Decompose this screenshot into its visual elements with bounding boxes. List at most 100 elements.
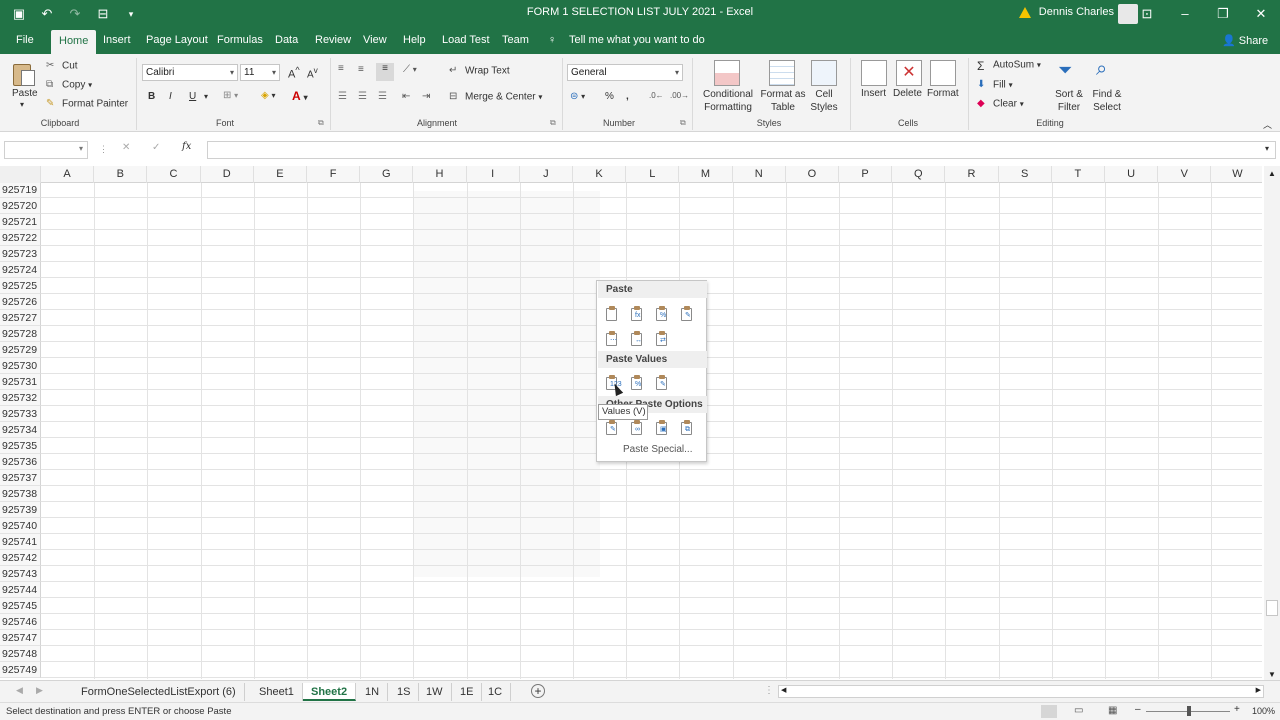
close-icon[interactable]: ✕: [1242, 0, 1280, 28]
row-header[interactable]: 925728: [0, 326, 41, 342]
column-header[interactable]: M: [679, 166, 733, 183]
copy-button[interactable]: ⧉ Copy ▾: [46, 79, 92, 91]
underline-dropdown-icon[interactable]: ▾: [204, 92, 208, 101]
share-button[interactable]: 👤 Share: [1222, 34, 1268, 47]
collapse-ribbon-icon[interactable]: ︿: [1263, 118, 1272, 131]
paste-option-transpose-icon[interactable]: ⇄: [655, 331, 669, 346]
vertical-scrollbar[interactable]: ▲ ▼: [1264, 166, 1280, 682]
tab-team[interactable]: Team: [502, 34, 529, 46]
page-layout-view-icon[interactable]: ▭: [1074, 705, 1083, 716]
row-header[interactable]: 925721: [0, 214, 41, 230]
paste-option-values-number-format-icon[interactable]: %: [630, 375, 644, 390]
row-header[interactable]: 925737: [0, 470, 41, 486]
format-cells-button[interactable]: Format: [927, 88, 959, 99]
sheet-tab[interactable]: 1C: [480, 683, 512, 701]
row-header[interactable]: 925741: [0, 534, 41, 550]
tab-view[interactable]: View: [363, 34, 387, 46]
column-header[interactable]: S: [999, 166, 1052, 183]
page-break-view-icon[interactable]: ▦: [1108, 705, 1117, 716]
column-header[interactable]: I: [467, 166, 520, 183]
name-box[interactable]: [4, 141, 88, 159]
clear-button[interactable]: ◆ Clear ▾: [977, 98, 1024, 110]
sheet-tab[interactable]: 1W: [418, 683, 452, 701]
paste-option-formatting-icon[interactable]: ✎: [605, 420, 619, 435]
paste-option-values-source-formatting-icon[interactable]: ✎: [655, 375, 669, 390]
tab-insert[interactable]: Insert: [103, 34, 131, 46]
column-header[interactable]: T: [1052, 166, 1105, 183]
row-header[interactable]: 925743: [0, 566, 41, 582]
scroll-left-icon[interactable]: ◀: [781, 686, 786, 694]
paste-option-keep-column-widths-icon[interactable]: ↔: [630, 331, 644, 346]
sheet-tab[interactable]: 1E: [452, 683, 483, 701]
increase-decimal-icon[interactable]: .0←: [649, 91, 664, 100]
comma-icon[interactable]: ,: [626, 91, 629, 102]
column-header[interactable]: R: [945, 166, 999, 183]
column-header[interactable]: C: [147, 166, 201, 183]
row-header[interactable]: 925746: [0, 614, 41, 630]
row-header[interactable]: 925744: [0, 582, 41, 598]
autosum-button[interactable]: Σ AutoSum ▾: [977, 59, 1041, 73]
sheet-tab-active[interactable]: Sheet2: [303, 683, 357, 701]
row-header[interactable]: 925723: [0, 246, 41, 262]
tab-data[interactable]: Data: [275, 34, 298, 46]
column-header[interactable]: G: [360, 166, 414, 183]
row-header[interactable]: 925719: [0, 183, 41, 198]
row-header[interactable]: 925740: [0, 518, 41, 534]
paste-option-no-borders-icon[interactable]: ⋯: [605, 331, 619, 346]
row-header[interactable]: 925745: [0, 598, 41, 614]
row-header[interactable]: 925735: [0, 438, 41, 454]
row-header[interactable]: 925730: [0, 358, 41, 374]
cancel-icon[interactable]: ✕: [122, 142, 130, 153]
paste-button[interactable]: Paste: [12, 88, 38, 99]
insert-function-icon[interactable]: fx: [182, 141, 191, 152]
tab-formulas[interactable]: Formulas: [217, 34, 263, 46]
increase-font-icon[interactable]: A^: [288, 65, 300, 81]
column-header[interactable]: V: [1158, 166, 1212, 183]
row-header[interactable]: 925725: [0, 278, 41, 294]
cell-styles-button[interactable]: Cell Styles: [806, 88, 842, 114]
next-sheet-icon[interactable]: ▶: [36, 685, 43, 696]
scroll-up-icon[interactable]: ▲: [1268, 169, 1276, 178]
column-header[interactable]: D: [201, 166, 254, 183]
zoom-out-icon[interactable]: –: [1135, 704, 1141, 715]
ribbon-display-options-icon[interactable]: ⊡: [1128, 0, 1166, 28]
zoom-level[interactable]: 100%: [1252, 706, 1275, 716]
underline-button[interactable]: U: [189, 91, 196, 102]
fill-button[interactable]: ⬇ Fill ▾: [977, 79, 1013, 91]
row-header[interactable]: 925736: [0, 454, 41, 470]
prev-sheet-icon[interactable]: ◀: [16, 685, 23, 696]
column-header[interactable]: L: [626, 166, 680, 183]
paste-option-link-icon[interactable]: ∞: [630, 420, 644, 435]
row-header[interactable]: 925729: [0, 342, 41, 358]
restore-icon[interactable]: ❐: [1204, 0, 1242, 28]
format-as-table-button[interactable]: Format as Table: [758, 88, 808, 114]
decrease-font-icon[interactable]: Av: [307, 65, 318, 80]
paste-option-formulas-number-format-icon[interactable]: %: [655, 306, 669, 321]
column-header[interactable]: W: [1211, 166, 1265, 183]
increase-indent-icon[interactable]: ⇥: [422, 91, 430, 102]
column-header[interactable]: J: [520, 166, 573, 183]
tab-page-layout[interactable]: Page Layout: [146, 34, 208, 46]
tell-me-search[interactable]: Tell me what you want to do: [569, 34, 705, 46]
formula-input[interactable]: [207, 141, 1276, 159]
sheet-tab[interactable]: 1N: [357, 683, 389, 701]
column-header[interactable]: F: [307, 166, 361, 183]
row-header[interactable]: 925738: [0, 486, 41, 502]
column-header[interactable]: H: [413, 166, 467, 183]
row-header[interactable]: 925739: [0, 502, 41, 518]
italic-button[interactable]: I: [169, 91, 172, 102]
vertical-scroll-thumb[interactable]: [1266, 600, 1278, 616]
scroll-down-icon[interactable]: ▼: [1268, 670, 1276, 679]
tab-load-test[interactable]: Load Test: [442, 34, 490, 46]
column-header[interactable]: A: [41, 166, 95, 183]
enter-icon[interactable]: ✓: [152, 142, 160, 153]
tab-home[interactable]: Home: [51, 30, 97, 54]
top-align-icon[interactable]: ≡: [338, 63, 344, 74]
zoom-in-icon[interactable]: +: [1234, 704, 1240, 715]
bottom-align-icon[interactable]: ≡: [376, 63, 394, 81]
percent-icon[interactable]: %: [605, 91, 614, 102]
number-launcher-icon[interactable]: ⧉: [680, 118, 686, 128]
row-header[interactable]: 925749: [0, 662, 41, 678]
align-center-icon[interactable]: ☰: [358, 91, 367, 102]
font-launcher-icon[interactable]: ⧉: [318, 118, 324, 128]
